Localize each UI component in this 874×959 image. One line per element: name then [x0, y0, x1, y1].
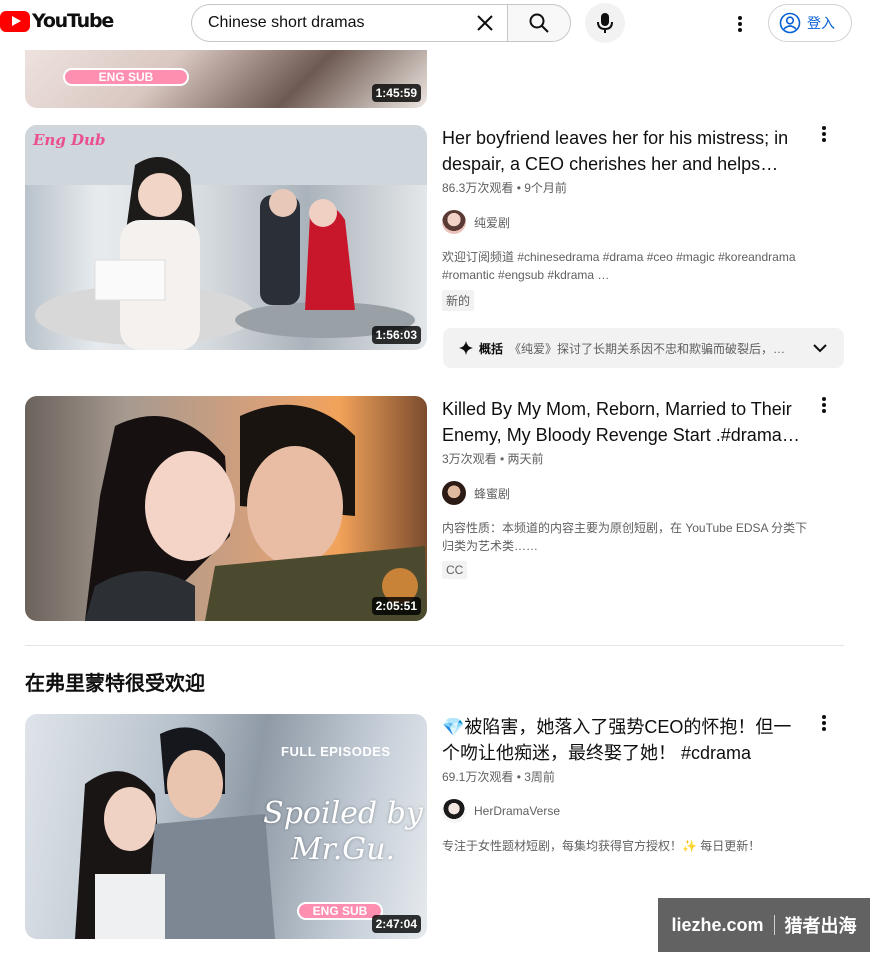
- video-info: Killed By My Mom, Reborn, Married to The…: [442, 396, 807, 579]
- channel-link[interactable]: HerDramaVerse: [442, 799, 802, 823]
- channel-link[interactable]: 纯爱剧: [442, 210, 802, 234]
- search-icon: [529, 13, 549, 33]
- video-thumbnail[interactable]: FULL EPISODES Spoiled by Mr.Gu. ENG SUB …: [25, 714, 427, 939]
- thumbnail-full-episodes-label: FULL EPISODES: [281, 744, 391, 759]
- search-input[interactable]: Chinese short dramas: [191, 4, 507, 42]
- chevron-down-icon: [813, 344, 827, 353]
- avatar: [442, 799, 466, 823]
- video-description: 内容性质：本频道的内容主要为原创短剧，在 YouTube EDSA 分类下归类为…: [442, 521, 808, 553]
- video-description: 欢迎订阅频道 #chinesedrama #drama #ceo #magic …: [442, 250, 796, 282]
- video-thumbnail[interactable]: 2:05:51: [25, 396, 427, 621]
- watermark-separator: [773, 915, 775, 935]
- avatar: [442, 210, 466, 234]
- channel-name: HerDramaVerse: [474, 804, 561, 818]
- account-icon: [779, 12, 801, 34]
- masthead: YouTube Chinese short dramas 登入: [0, 0, 874, 50]
- more-vert-icon: [822, 715, 826, 731]
- video-info: 💎被陷害，她落入了强势CEO的怀抱！但一个吻让他痴迷，最终娶了她！ #cdram…: [442, 714, 802, 855]
- video-metadata: 3万次观看 • 两天前: [442, 452, 544, 466]
- cc-badge: CC: [442, 561, 468, 579]
- voice-search-button[interactable]: [585, 3, 625, 43]
- thumbnail-script-title: Spoiled by Mr.Gu.: [263, 796, 423, 867]
- search-query-text: Chinese short dramas: [208, 14, 365, 31]
- sparkle-icon: [459, 341, 473, 355]
- close-icon: [477, 15, 493, 31]
- ai-summary-expander[interactable]: 概括 《纯爱》探讨了长期关系因不忠和欺骗而破裂后，背…: [443, 328, 844, 368]
- video-description: 专注于女性题材短剧，每集均获得官方授权！✨ 每日更新！: [442, 839, 761, 853]
- video-duration: 1:56:03: [371, 326, 421, 344]
- more-vert-icon: [822, 126, 826, 142]
- video-metadata: 86.3万次观看 • 9个月前: [442, 181, 567, 195]
- sign-in-button[interactable]: 登入: [768, 4, 852, 42]
- channel-name: 蜂蜜剧: [474, 486, 511, 501]
- video-action-menu-button[interactable]: [810, 391, 838, 419]
- thumbnail-banner: ENG SUB: [63, 68, 189, 86]
- video-info: Her boyfriend leaves her for his mistres…: [442, 125, 802, 311]
- thumbnail-eng-dub-label: Eng Dub: [33, 131, 106, 149]
- video-title[interactable]: Her boyfriend leaves her for his mistres…: [442, 125, 802, 177]
- summary-text: 《纯爱》探讨了长期关系因不忠和欺骗而破裂后，背…: [509, 341, 790, 356]
- video-title[interactable]: 💎被陷害，她落入了强势CEO的怀抱！但一个吻让他痴迷，最终娶了她！ #cdram…: [442, 714, 802, 766]
- more-vert-icon: [822, 397, 826, 413]
- logo-text: YouTube: [32, 10, 114, 32]
- video-title[interactable]: Killed By My Mom, Reborn, Married to The…: [442, 396, 802, 448]
- video-duration: 2:05:51: [371, 597, 421, 615]
- thumbnail-artwork: [25, 125, 427, 350]
- status-badge: 新的: [442, 290, 475, 311]
- watermark-brand: 猎者出海: [784, 916, 857, 936]
- youtube-logo[interactable]: YouTube: [0, 10, 114, 32]
- microphone-icon: [597, 13, 613, 33]
- site-watermark: liezhe.com 猎者出海: [658, 898, 870, 952]
- summary-label: 概括: [479, 341, 504, 356]
- channel-link[interactable]: 蜂蜜剧: [442, 481, 802, 505]
- video-action-menu-button[interactable]: [810, 709, 838, 737]
- video-action-menu-button[interactable]: [810, 120, 838, 148]
- video-duration: 1:45:59: [371, 84, 421, 102]
- thumbnail-artwork: [85, 404, 427, 621]
- video-duration: 2:47:04: [371, 915, 421, 933]
- sign-in-label: 登入: [807, 15, 835, 31]
- channel-name: 纯爱剧: [474, 215, 511, 230]
- avatar: [442, 481, 466, 505]
- video-metadata: 69.1万次观看 • 3周前: [442, 770, 555, 784]
- search-button[interactable]: [507, 4, 571, 42]
- video-thumbnail[interactable]: Eng Dub 1:56:03: [25, 125, 427, 350]
- section-divider: [25, 645, 844, 646]
- clear-search-button[interactable]: [474, 12, 496, 34]
- settings-menu-button[interactable]: [728, 12, 752, 36]
- youtube-play-icon: [0, 10, 30, 32]
- watermark-domain: liezhe.com: [671, 914, 764, 935]
- thumbnail-banner: ENG SUB: [297, 902, 383, 920]
- shelf-title: 在弗里蒙特很受欢迎: [25, 673, 205, 695]
- more-vert-icon: [738, 16, 742, 32]
